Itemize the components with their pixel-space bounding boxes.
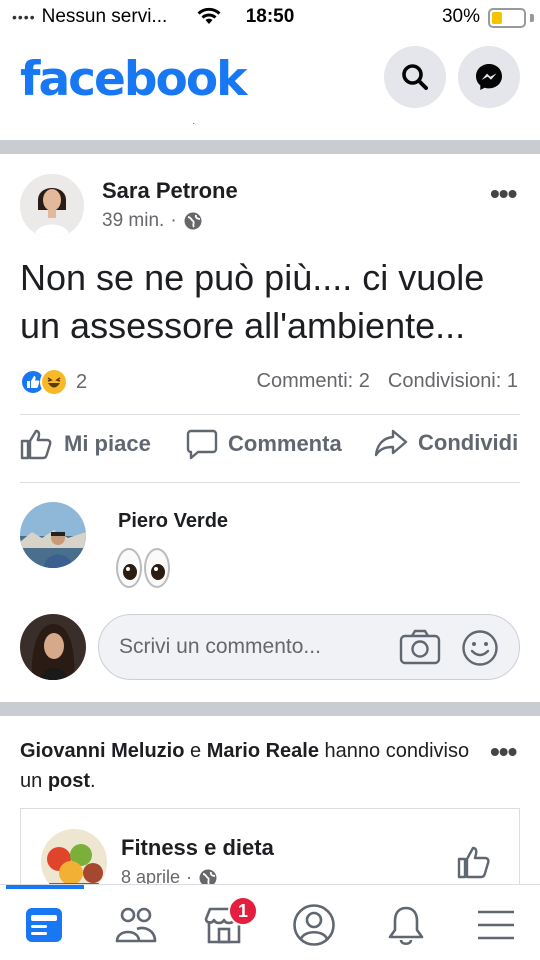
meta-separator: · [170, 210, 177, 231]
battery-percent: 30% [441, 6, 480, 27]
battery-fill [492, 12, 502, 24]
feed-separator [0, 140, 540, 154]
post-meta: 39 min. · [102, 210, 203, 232]
page-like-icon[interactable] [457, 845, 493, 879]
page-name[interactable]: Fitness e dieta [121, 835, 274, 861]
post-text: Non se ne può più.... ci vuole un assess… [20, 257, 485, 346]
smiley-icon[interactable] [461, 629, 499, 667]
notifications-icon [388, 906, 424, 946]
battery-icon [488, 8, 526, 28]
current-user-avatar[interactable] [20, 614, 86, 680]
bottom-navigation [0, 884, 540, 960]
globe-icon [184, 212, 202, 230]
facebook-logo[interactable]: facebook [20, 52, 247, 107]
divider [20, 414, 520, 415]
like-button[interactable]: Mi piace [20, 428, 151, 460]
search-button[interactable] [384, 46, 446, 108]
search-icon [402, 64, 428, 90]
conjunction: e [190, 740, 202, 762]
tab-profile[interactable] [290, 901, 338, 949]
comment-author-name[interactable]: Piero Verde [118, 510, 228, 533]
active-tab-indicator [6, 885, 84, 889]
post-stats: Commenti: 2 Condivisioni: 1 [257, 370, 518, 393]
menu-icon [478, 910, 514, 940]
app-header: facebook · [0, 34, 540, 140]
shared-post-more-icon[interactable]: ••• [490, 736, 517, 768]
marketplace-badge: 1 [228, 896, 258, 926]
sharer-1-name[interactable]: Giovanni Meluzio [20, 740, 184, 762]
sharer-2-name[interactable]: Mario Reale [207, 740, 319, 762]
shared-post-header: Giovanni Meluzio e Mario Reale hanno con… [20, 736, 480, 796]
comments-count[interactable]: Commenti: 2 [257, 370, 370, 393]
header-dot: · [192, 118, 196, 129]
post-author-avatar[interactable] [20, 174, 84, 238]
eyes-emoji [116, 548, 170, 588]
news-feed-icon [26, 908, 62, 942]
comment-input[interactable]: Scrivi un commento... [98, 614, 520, 680]
groups-icon [115, 907, 157, 943]
thumbs-up-icon [20, 429, 52, 460]
commenter-photo [20, 502, 86, 568]
haha-reaction-icon [40, 368, 68, 396]
status-bar: •••• Nessun servi... 18:50 30% [0, 0, 540, 34]
eye-left [116, 548, 142, 588]
tab-menu[interactable] [472, 901, 520, 949]
like-label: Mi piace [64, 431, 151, 456]
eye-right [144, 548, 170, 588]
feed-separator [0, 702, 540, 716]
period: . [90, 770, 96, 792]
tab-notifications[interactable] [382, 901, 430, 949]
battery-cap [530, 14, 534, 22]
post-author-name[interactable]: Sara Petrone [102, 178, 238, 204]
post-time[interactable]: 39 min. [102, 210, 164, 232]
share-arrow-icon [374, 429, 408, 457]
share-label: Condividi [418, 430, 519, 455]
tab-groups[interactable] [112, 901, 160, 949]
post-link[interactable]: post [48, 770, 90, 792]
share-button[interactable]: Condividi [374, 428, 518, 458]
shares-count[interactable]: Condivisioni: 1 [388, 370, 518, 393]
comment-bubble-icon [186, 429, 218, 460]
messenger-button[interactable] [458, 46, 520, 108]
profile-icon [293, 904, 335, 946]
divider [20, 482, 520, 483]
tab-news-feed[interactable] [20, 901, 68, 949]
comment-input-placeholder: Scrivi un commento... [119, 635, 321, 658]
commenter-avatar[interactable] [20, 502, 86, 568]
comment-button[interactable]: Commenta [186, 428, 342, 460]
post-more-options-icon[interactable]: ••• [490, 178, 517, 210]
current-user-photo [20, 614, 86, 680]
reactions-summary[interactable]: 2 [20, 368, 87, 396]
comment-label: Commenta [228, 431, 342, 456]
reaction-count: 2 [76, 370, 88, 393]
avatar-photo [20, 174, 84, 238]
camera-icon[interactable] [399, 629, 441, 665]
messenger-icon [476, 64, 502, 90]
